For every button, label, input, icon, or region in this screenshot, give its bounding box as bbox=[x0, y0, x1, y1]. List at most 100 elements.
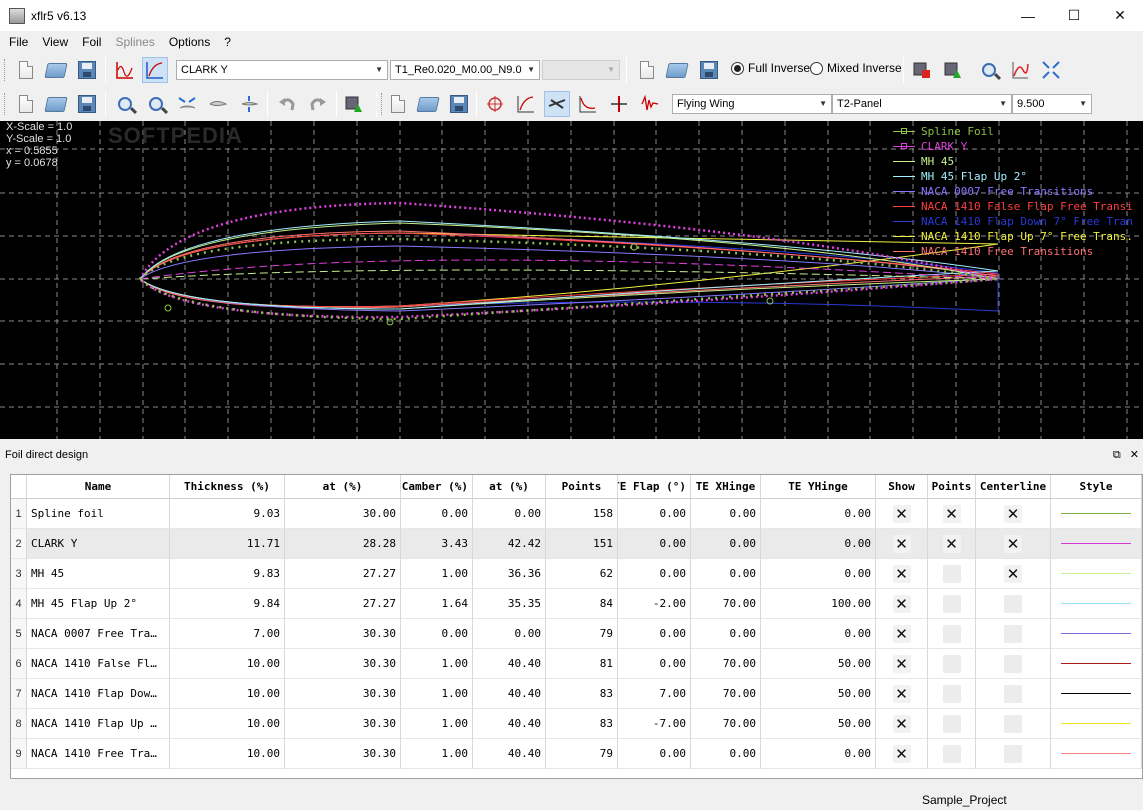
header-centerline[interactable]: Centerline bbox=[976, 475, 1051, 499]
cell-name[interactable]: CLARK Y bbox=[27, 529, 170, 559]
table-row[interactable]: 3 MH 45 9.83 27.27 1.00 36.36 62 0.00 0.00 0.00 ✕ ✕ bbox=[11, 559, 1142, 589]
cell-te-xhinge[interactable]: 0.00 bbox=[691, 499, 761, 529]
cell-te-yhinge[interactable]: 0.00 bbox=[761, 529, 876, 559]
show-checkbox[interactable]: ✕ bbox=[892, 654, 911, 673]
cell-thickness-at[interactable]: 30.30 bbox=[285, 679, 401, 709]
cell-camber[interactable]: 1.00 bbox=[401, 559, 473, 589]
cell-thickness[interactable]: 10.00 bbox=[170, 679, 285, 709]
menu-view[interactable]: View bbox=[35, 31, 75, 53]
row-number[interactable]: 4 bbox=[11, 589, 27, 619]
menu-help[interactable]: ? bbox=[217, 31, 238, 53]
centerline-checkbox[interactable] bbox=[1004, 714, 1022, 733]
cell-thickness-at[interactable]: 30.30 bbox=[285, 619, 401, 649]
cell-te-flap[interactable]: 0.00 bbox=[618, 619, 691, 649]
cell-thickness[interactable]: 7.00 bbox=[170, 619, 285, 649]
cell-te-yhinge[interactable]: 0.00 bbox=[761, 499, 876, 529]
cell-thickness-at[interactable]: 30.00 bbox=[285, 499, 401, 529]
cell-te-yhinge[interactable]: 100.00 bbox=[761, 589, 876, 619]
cell-te-xhinge[interactable]: 0.00 bbox=[691, 529, 761, 559]
cell-camber-at[interactable]: 40.40 bbox=[473, 649, 546, 679]
points-checkbox[interactable] bbox=[942, 564, 961, 583]
polar-select[interactable]: T1_Re0.020_M0.00_N9.0 ▼ bbox=[390, 60, 540, 80]
cell-name[interactable]: Spline foil bbox=[27, 499, 170, 529]
show-checkbox[interactable]: ✕ bbox=[892, 744, 911, 763]
cell-camber-at[interactable]: 40.40 bbox=[473, 739, 546, 769]
cell-te-flap[interactable]: 0.00 bbox=[618, 739, 691, 769]
cell-thickness[interactable]: 9.83 bbox=[170, 559, 285, 589]
cell-camber[interactable]: 1.00 bbox=[401, 709, 473, 739]
cell-te-yhinge[interactable]: 50.00 bbox=[761, 649, 876, 679]
cell-thickness[interactable]: 10.00 bbox=[170, 709, 285, 739]
cell-te-yhinge[interactable]: 50.00 bbox=[761, 679, 876, 709]
cell-te-xhinge[interactable]: 70.00 bbox=[691, 709, 761, 739]
centerline-checkbox[interactable]: ✕ bbox=[1004, 534, 1022, 553]
save-plane-button[interactable] bbox=[446, 91, 472, 117]
menu-splines[interactable]: Splines bbox=[108, 31, 161, 53]
reset-scale-button[interactable] bbox=[1038, 57, 1064, 83]
header-thickness-at[interactable]: at (%) bbox=[285, 475, 401, 499]
reset-y-scale-button[interactable] bbox=[205, 91, 231, 117]
cell-camber-at[interactable]: 0.00 bbox=[473, 499, 546, 529]
close-button[interactable]: ✕ bbox=[1097, 0, 1143, 31]
wpolar-select[interactable]: T2-Panel ▼ bbox=[832, 94, 1012, 114]
centerline-checkbox[interactable] bbox=[1004, 654, 1022, 673]
cell-te-xhinge[interactable]: 0.00 bbox=[691, 739, 761, 769]
header-thickness[interactable]: Thickness (%) bbox=[170, 475, 285, 499]
cell-te-flap[interactable]: 0.00 bbox=[618, 499, 691, 529]
cell-name[interactable]: MH 45 bbox=[27, 559, 170, 589]
cell-points[interactable]: 83 bbox=[546, 679, 618, 709]
toolbar-grip[interactable] bbox=[4, 59, 7, 81]
cell-camber-at[interactable]: 36.36 bbox=[473, 559, 546, 589]
cell-points[interactable]: 79 bbox=[546, 619, 618, 649]
cell-camber[interactable]: 0.00 bbox=[401, 499, 473, 529]
undo-button[interactable] bbox=[274, 91, 300, 117]
cell-camber-at[interactable]: 40.40 bbox=[473, 709, 546, 739]
style-cell[interactable] bbox=[1051, 529, 1142, 559]
table-row[interactable]: 1 Spline foil 9.03 30.00 0.00 0.00 158 0.00 0.00… bbox=[11, 499, 1142, 529]
table-row[interactable]: 9 NACA 1410 Free Tra… 10.00 30.30 1.00 40.40 7… bbox=[11, 739, 1142, 769]
cell-points[interactable]: 62 bbox=[546, 559, 618, 589]
extract-foil-button[interactable] bbox=[909, 57, 935, 83]
points-checkbox[interactable] bbox=[942, 624, 961, 643]
new-button[interactable] bbox=[13, 91, 39, 117]
header-te-xhinge[interactable]: TE XHinge bbox=[691, 475, 761, 499]
cell-points[interactable]: 83 bbox=[546, 709, 618, 739]
close-dock-button[interactable]: ✕ bbox=[1130, 449, 1139, 461]
reset-x-scale-button[interactable] bbox=[174, 91, 200, 117]
style-cell[interactable] bbox=[1051, 709, 1142, 739]
inverse-new-button[interactable] bbox=[634, 57, 660, 83]
time-response-button[interactable] bbox=[637, 91, 663, 117]
header-te-yhinge[interactable]: TE YHinge bbox=[761, 475, 876, 499]
show-checkbox[interactable]: ✕ bbox=[892, 714, 911, 733]
zoom-y-button[interactable] bbox=[1007, 57, 1033, 83]
wopp-select[interactable]: 9.500 ▼ bbox=[1012, 94, 1092, 114]
show-checkbox[interactable]: ✕ bbox=[892, 594, 911, 613]
row-number[interactable]: 5 bbox=[11, 619, 27, 649]
cell-camber[interactable]: 0.00 bbox=[401, 619, 473, 649]
centerline-checkbox[interactable] bbox=[1004, 684, 1022, 703]
header-points-visible[interactable]: Points bbox=[928, 475, 976, 499]
show-checkbox[interactable]: ✕ bbox=[892, 624, 911, 643]
header-show[interactable]: Show bbox=[876, 475, 928, 499]
foil-plot-area[interactable]: SOFTPEDIA X-Scale = 1.0 Y-Scale = 1.0 x … bbox=[0, 121, 1143, 439]
cell-name[interactable]: NACA 1410 Flap Up … bbox=[27, 709, 170, 739]
oppoint-view-button[interactable] bbox=[112, 57, 138, 83]
cell-thickness[interactable]: 10.00 bbox=[170, 649, 285, 679]
show-checkbox[interactable]: ✕ bbox=[892, 564, 911, 583]
cell-te-xhinge[interactable]: 70.00 bbox=[691, 589, 761, 619]
header-te-flap[interactable]: TE Flap (°) bbox=[618, 475, 691, 499]
foil-select[interactable]: CLARK Y ▼ bbox=[176, 60, 388, 80]
header-name[interactable]: Name bbox=[27, 475, 170, 499]
cell-points[interactable]: 151 bbox=[546, 529, 618, 559]
cell-thickness[interactable]: 11.71 bbox=[170, 529, 285, 559]
header-points[interactable]: Points bbox=[546, 475, 618, 499]
cell-te-yhinge[interactable]: 50.00 bbox=[761, 709, 876, 739]
cell-points[interactable]: 79 bbox=[546, 739, 618, 769]
centerline-checkbox[interactable] bbox=[1004, 744, 1022, 763]
style-cell[interactable] bbox=[1051, 619, 1142, 649]
points-checkbox[interactable] bbox=[942, 594, 961, 613]
centerline-checkbox[interactable] bbox=[1004, 594, 1022, 613]
redo-button[interactable] bbox=[305, 91, 331, 117]
style-cell[interactable] bbox=[1051, 649, 1142, 679]
style-cell[interactable] bbox=[1051, 589, 1142, 619]
